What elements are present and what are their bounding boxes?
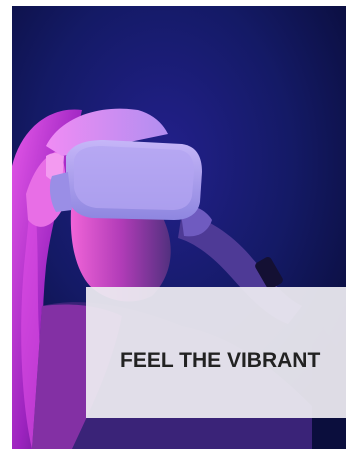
hero-caption: FEEL THE VIBRANT <box>120 349 321 372</box>
hero-image: FEEL THE VIBRANT <box>12 6 346 449</box>
caption-panel: FEEL THE VIBRANT <box>86 287 346 418</box>
